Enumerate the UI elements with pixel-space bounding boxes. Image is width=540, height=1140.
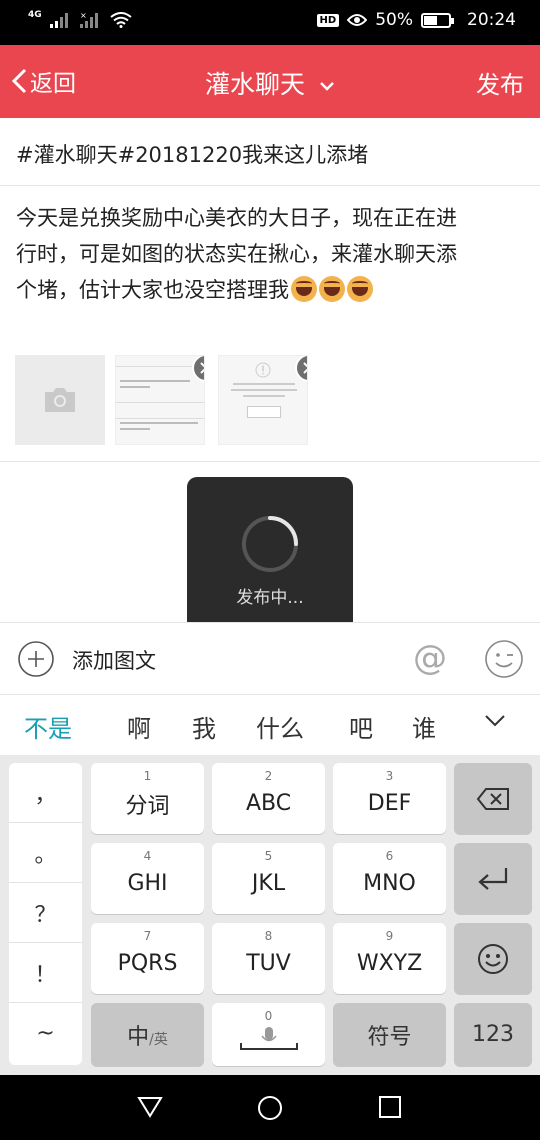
numeric-key[interactable]: 123: [454, 1003, 532, 1066]
mention-icon[interactable]: @: [413, 638, 447, 678]
add-media-label[interactable]: 添加图文: [72, 645, 156, 675]
key-6[interactable]: 6 MNO: [333, 843, 446, 914]
space-key[interactable]: 0: [212, 1003, 325, 1066]
symbol-key[interactable]: 符号: [333, 1003, 446, 1066]
add-media-bar: 添加图文 @: [0, 622, 540, 695]
ime-candidate-bar: 不是 啊 我 什么 吧 谁: [0, 696, 540, 755]
body-line: 行时，可是如图的状态实在揪心，来灌水聊天添: [16, 242, 457, 266]
eye-icon: [347, 14, 368, 26]
post-title-input[interactable]: #灌水聊天#20181220我来这儿添堵: [0, 118, 540, 186]
key-9[interactable]: 9 WXYZ: [333, 923, 446, 994]
body-line: 个堵，估计大家也没空搭理我: [16, 278, 289, 302]
back-triangle-icon[interactable]: [137, 1095, 163, 1119]
signal-icon-2: ×: [79, 12, 98, 28]
camera-icon: [45, 388, 75, 412]
emoji-icon[interactable]: [484, 639, 524, 679]
divider: [0, 461, 540, 462]
system-nav-bar: [0, 1075, 540, 1140]
wifi-icon: [110, 12, 132, 28]
key-4[interactable]: 4 GHI: [91, 843, 204, 914]
publishing-toast: 发布中...: [187, 477, 353, 642]
key-2[interactable]: 2 ABC: [212, 763, 325, 834]
microphone-icon: [239, 1026, 298, 1050]
candidate-word[interactable]: 啊: [127, 709, 151, 744]
toast-text: 发布中...: [236, 588, 304, 608]
candidate-word[interactable]: 什么: [256, 709, 304, 744]
punctuation-key[interactable]: ，: [9, 763, 82, 823]
laughing-emoji-icon: [291, 276, 317, 302]
post-body-input[interactable]: 今天是兑换奖励中心美衣的大日子，现在正在进 行时，可是如图的状态实在揪心，来灌水…: [16, 200, 526, 308]
image-thumbnail[interactable]: [115, 355, 205, 445]
punctuation-key[interactable]: 。: [9, 823, 82, 883]
svg-text:×: ×: [80, 12, 87, 20]
candidate-word[interactable]: 我: [192, 709, 216, 744]
body-line: 今天是兑换奖励中心美衣的大日子，现在正在进: [16, 206, 457, 230]
laughing-emoji-icon: [319, 276, 345, 302]
backspace-icon: [476, 787, 509, 810]
body-line-last: 个堵，估计大家也没空搭理我: [16, 272, 526, 308]
image-thumbnail[interactable]: [218, 355, 308, 445]
key-1[interactable]: 1 分词: [91, 763, 204, 834]
close-icon: [200, 362, 204, 374]
recents-square-icon[interactable]: [378, 1095, 402, 1119]
clock: 20:24: [467, 10, 516, 30]
punctuation-key[interactable]: ！: [9, 943, 82, 1003]
page-title: 灌水聊天: [205, 70, 306, 99]
home-circle-icon[interactable]: [257, 1095, 283, 1121]
ime-keyboard: ， 。 ？ ！ ~ 1 分词 2 ABC 3 DEF 4 GHI 5 JKL 6…: [0, 755, 540, 1075]
signal-indicators: 4G ×: [28, 10, 132, 28]
category-selector[interactable]: 灌水聊天: [0, 65, 540, 101]
key-8[interactable]: 8 TUV: [212, 923, 325, 994]
add-circle-icon[interactable]: [17, 640, 55, 678]
chevron-down-icon: [320, 82, 334, 91]
remove-image-button[interactable]: [295, 356, 307, 382]
remove-image-button[interactable]: [192, 356, 204, 382]
laughing-emoji-icon: [347, 276, 373, 302]
add-photo-button[interactable]: [15, 355, 105, 445]
status-bar: 4G × HD 50% 20:24: [0, 0, 540, 45]
battery-percent: 50%: [375, 10, 413, 30]
chevron-down-icon[interactable]: [484, 714, 506, 728]
punctuation-key[interactable]: ~: [9, 1003, 82, 1063]
network-type: 4G: [28, 10, 42, 20]
punctuation-column: ， 。 ？ ！ ~: [9, 763, 82, 1065]
battery-icon: [421, 12, 454, 28]
candidate-word[interactable]: 不是: [24, 709, 72, 744]
smiley-icon: [478, 943, 508, 974]
candidate-word[interactable]: 吧: [349, 709, 373, 744]
candidate-word[interactable]: 谁: [412, 709, 436, 744]
key-3[interactable]: 3 DEF: [333, 763, 446, 834]
publish-button[interactable]: 发布: [476, 65, 524, 100]
enter-icon: [478, 867, 508, 890]
language-switch-key[interactable]: 中/英: [91, 1003, 204, 1066]
key-7[interactable]: 7 PQRS: [91, 923, 204, 994]
emoji-key[interactable]: [454, 923, 532, 994]
hd-badge: HD: [316, 13, 340, 27]
alert-icon: [255, 362, 271, 378]
backspace-key[interactable]: [454, 763, 532, 834]
signal-icon: [49, 13, 68, 28]
loading-spinner-icon: [242, 516, 298, 572]
punctuation-key[interactable]: ？: [9, 883, 82, 943]
enter-key[interactable]: [454, 843, 532, 914]
status-right: HD 50% 20:24: [316, 10, 516, 30]
close-icon: [303, 362, 307, 374]
app-header: 返回 灌水聊天 发布: [0, 45, 540, 118]
key-5[interactable]: 5 JKL: [212, 843, 325, 914]
